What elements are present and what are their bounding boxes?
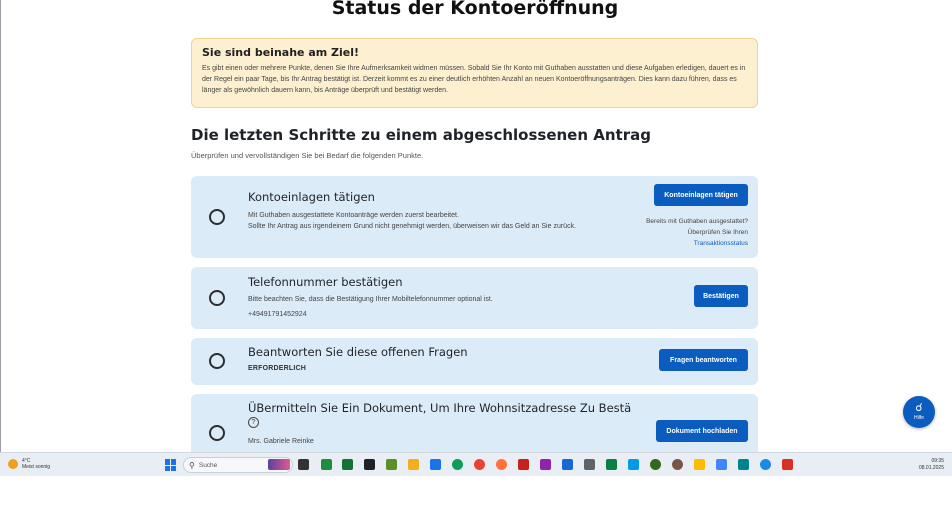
filezilla-icon[interactable] <box>518 459 529 470</box>
step-description-line: Bitte beachten Sie, dass die Bestätigung… <box>248 296 493 303</box>
search-highlight-icon[interactable] <box>268 459 290 470</box>
help-label: Hilfe <box>913 415 924 421</box>
weather-text: 4°C Meist sonnig <box>22 458 50 470</box>
step-title: Telefonnummer bestätigen <box>248 275 403 289</box>
step-description-line: Sollte Ihr Antrag aus irgendeinem Grund … <box>248 223 577 230</box>
mail-icon[interactable] <box>430 459 441 470</box>
answer-questions-button[interactable]: Fragen beantworten <box>659 349 748 371</box>
app-shield-icon[interactable] <box>321 459 332 470</box>
page-title: Status der Kontoeröffnung <box>331 0 619 19</box>
step-description: Bitte beachten Sie, dass die Bestätigung… <box>248 294 648 320</box>
file-explorer-icon[interactable] <box>408 459 419 470</box>
upload-document-button[interactable]: Dokument hochladen <box>656 420 748 442</box>
clock-time: 09:35 <box>931 458 944 464</box>
step-card-phone: Telefonnummer bestätigen Bitte beachten … <box>191 267 758 329</box>
phone-number: +4949179145​2924 <box>248 311 307 318</box>
funded-note: Bereits mit Guthaben ausgestattet? Überp… <box>646 216 748 249</box>
acrobat-icon[interactable] <box>782 459 793 470</box>
step-title: Beantworten Sie diese offenen Fragen <box>248 345 468 359</box>
banner-text: Es gibt einen oder mehrere Punkte, denen… <box>202 65 746 94</box>
app-brown-icon[interactable] <box>672 459 683 470</box>
step-status-circle-icon <box>209 209 225 225</box>
search-placeholder: Suche <box>198 461 218 469</box>
app-purple-icon[interactable] <box>540 459 551 470</box>
banner-title: Sie sind beinahe am Ziel! <box>202 46 360 59</box>
step-status-circle-icon <box>209 425 225 441</box>
app-hex-icon[interactable] <box>342 459 353 470</box>
empty-area <box>0 476 952 518</box>
help-button[interactable]: ☌ Hilfe <box>903 396 935 428</box>
app-teal-icon[interactable] <box>738 459 749 470</box>
section-subtitle: Überprüfen und vervollständigen Sie bei … <box>191 151 424 160</box>
step-status-circle-icon <box>209 290 225 306</box>
transaction-status-link[interactable]: Transaktionsstatus <box>646 238 748 249</box>
app-blue-icon[interactable] <box>562 459 573 470</box>
taskview-icon[interactable] <box>298 459 309 470</box>
step-description-line: Mit Guthaben ausgestattete Kontoanträge … <box>248 212 459 219</box>
funded-note-line: Überprüfen Sie Ihren <box>687 229 748 236</box>
app-globe-icon[interactable] <box>760 459 771 470</box>
weather-widget[interactable]: 4°C Meist sonnig <box>8 458 50 470</box>
app-green-icon[interactable] <box>386 459 397 470</box>
windows-start-icon[interactable] <box>165 459 177 471</box>
step-card-document: ÜBermitteln Sie Ein Dokument, Um Ihre Wo… <box>191 394 758 452</box>
browser-page: Status der Kontoeröffnung Sie sind beina… <box>0 0 952 452</box>
edge-icon[interactable] <box>452 459 463 470</box>
help-question-icon[interactable]: ? <box>248 417 259 428</box>
info-banner: Sie sind beinahe am Ziel! Es gibt einen … <box>191 38 758 108</box>
app-gray-icon[interactable] <box>584 459 595 470</box>
funded-note-line: Bereits mit Guthaben ausgestattet? <box>646 218 748 225</box>
sun-icon <box>8 459 18 469</box>
notion-icon[interactable] <box>364 459 375 470</box>
person-name: Mrs. Gabriele Reinke <box>248 438 314 445</box>
clock-date: 08.01.2025 <box>918 465 944 471</box>
app-leaf-icon[interactable] <box>650 459 661 470</box>
firefox-icon[interactable] <box>496 459 507 470</box>
deposit-button[interactable]: Kontoeinlagen tätigen <box>654 184 748 206</box>
app-lightblue-icon[interactable] <box>628 459 639 470</box>
step-status-circle-icon <box>209 353 225 369</box>
step-title: Kontoeinlagen tätigen <box>248 190 375 204</box>
taskbar-clock[interactable]: 09:35 08.01.2025 <box>919 458 944 472</box>
search-icon: ⚲ <box>189 460 195 470</box>
required-label: ERFORDERLICH <box>248 365 307 372</box>
chrome-icon[interactable] <box>474 459 485 470</box>
weather-desc: Meist sonnig <box>22 464 51 470</box>
taskbar: 4°C Meist sonnig ⚲ Suche 09:35 08.01.202… <box>0 452 952 476</box>
confirm-phone-button[interactable]: Bestätigen <box>694 285 748 307</box>
step-card-deposit: Kontoeinlagen tätigen Mit Guthaben ausge… <box>191 176 758 258</box>
headset-icon: ☌ <box>915 402 923 414</box>
section-title: Die letzten Schritte zu einem abgeschlos… <box>191 126 651 144</box>
app-azure-icon[interactable] <box>716 459 727 470</box>
app-yellow-icon[interactable] <box>694 459 705 470</box>
step-description: Mit Guthaben ausgestattete Kontoanträge … <box>248 210 598 232</box>
step-title: ÜBermitteln Sie Ein Dokument, Um Ihre Wo… <box>248 401 632 415</box>
app-darkgreen-icon[interactable] <box>606 459 617 470</box>
step-card-questions: Beantworten Sie diese offenen Fragen ERF… <box>191 338 758 385</box>
